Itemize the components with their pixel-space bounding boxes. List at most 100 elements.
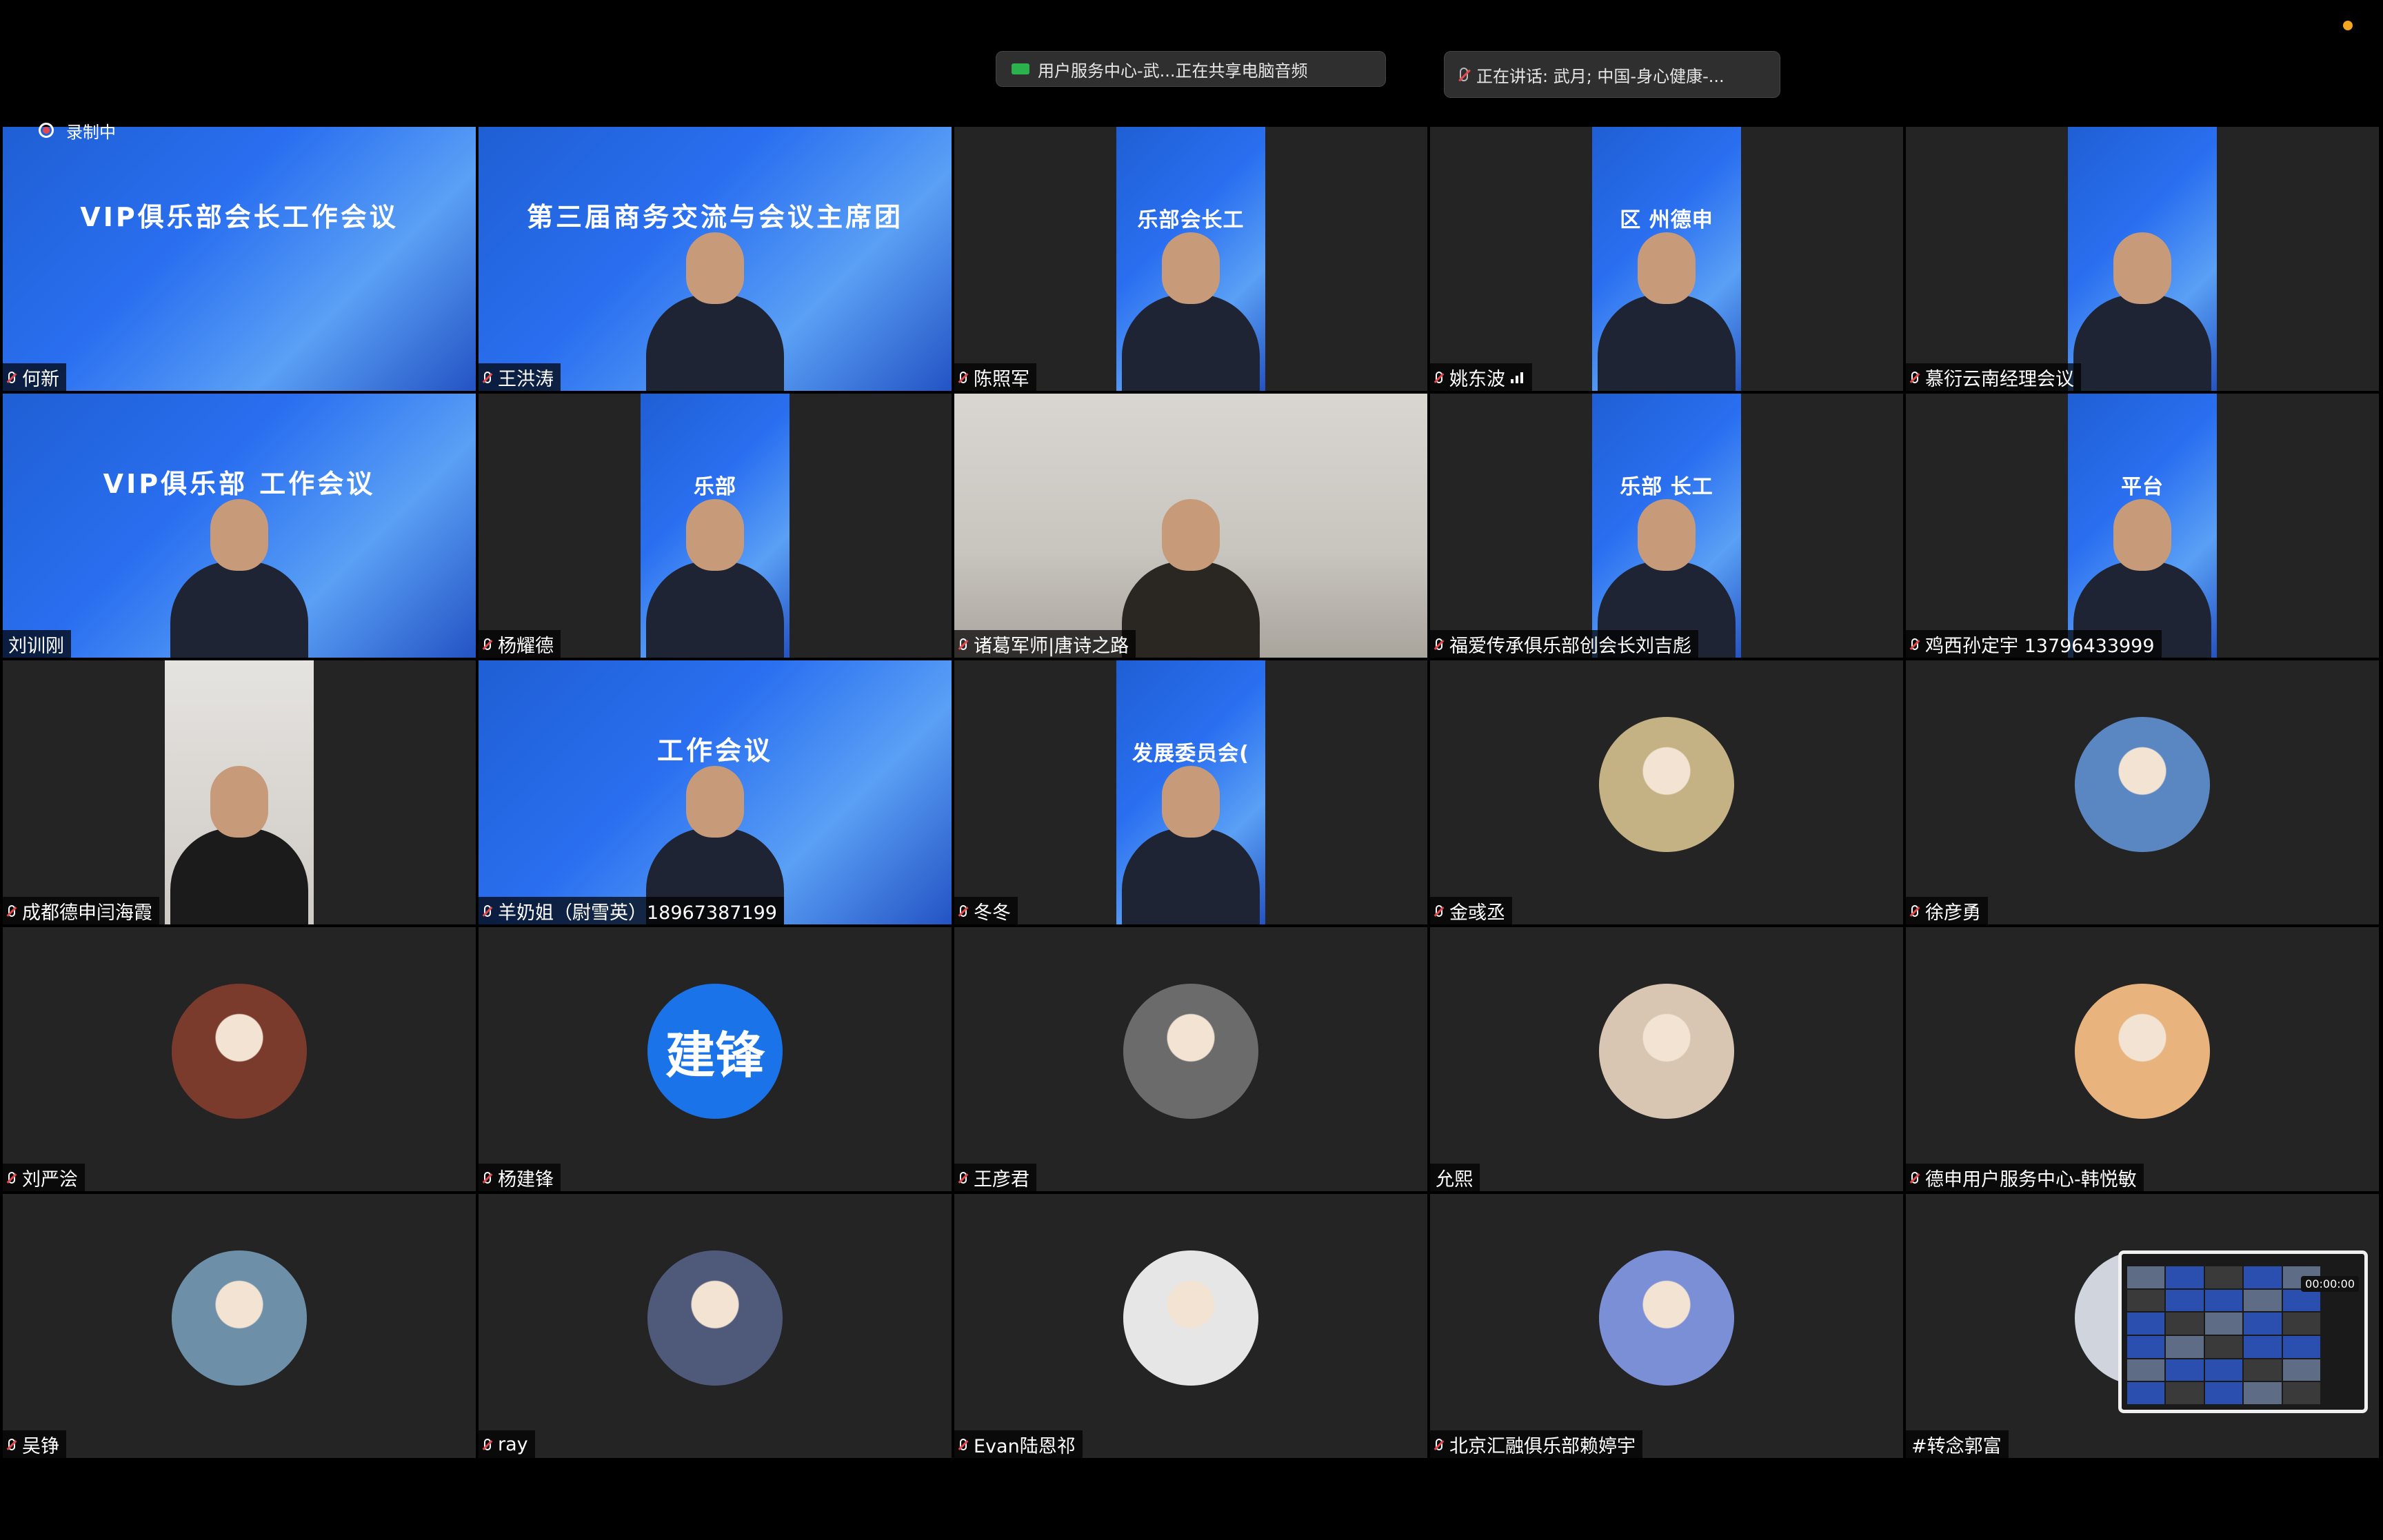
- mini-tile: [2127, 1266, 2165, 1288]
- video-feed: 乐部: [641, 394, 790, 658]
- video-feed: 乐部会长工: [1116, 127, 1265, 391]
- participant-name: 福爱传承俱乐部创会长刘吉彪: [1449, 635, 1691, 657]
- participant-name: 王彦君: [974, 1168, 1029, 1191]
- participant-name: 德申用户服务中心-韩悦敏: [1925, 1168, 2137, 1191]
- mini-tile: [2127, 1359, 2165, 1381]
- video-feed: 区 州德申: [1592, 127, 1741, 391]
- slide-text: VIP俱乐部会长工作会议: [80, 202, 399, 232]
- video-feed: VIP俱乐部会长工作会议: [3, 127, 476, 391]
- participant-name: 杨建锋: [498, 1168, 554, 1191]
- participant-name: 姚东波: [1449, 368, 1505, 390]
- microphone-muted-icon: [1436, 371, 1442, 383]
- participant-tile[interactable]: VIP俱乐部会长工作会议 何新: [3, 127, 476, 391]
- participant-tile[interactable]: 成都德申闫海霞: [3, 660, 476, 924]
- screen-share-indicator[interactable]: 用户服务中心-武...正在共享电脑音频: [996, 51, 1386, 87]
- mini-tile: [2204, 1382, 2243, 1404]
- participant-tile[interactable]: 平台 鸡西孙定宇 13796433999: [1906, 394, 2379, 658]
- participant-name-tag: 慕衍云南经理会议: [1906, 363, 2081, 391]
- microphone-muted-icon: [1911, 904, 1918, 917]
- participant-name-tag: 金彧丞: [1430, 897, 1512, 924]
- mini-tile: [2204, 1289, 2243, 1312]
- participant-name-tag: 姚东波: [1430, 363, 1532, 391]
- mini-tile: [2166, 1266, 2204, 1288]
- participant-tile[interactable]: 诸葛军师|唐诗之路: [954, 394, 1427, 658]
- mini-tile: [2282, 1313, 2320, 1335]
- participant-name-tag: Evan陆恩祁: [954, 1430, 1083, 1458]
- mini-tile: [2204, 1313, 2243, 1335]
- microphone-muted-icon: [1460, 68, 1468, 81]
- microphone-muted-icon: [1436, 638, 1442, 650]
- participant-tile[interactable]: 慕衍云南经理会议: [1906, 127, 2379, 391]
- video-feed: 第三届商务交流与会议主席团: [479, 127, 952, 391]
- participant-name: 金彧丞: [1449, 902, 1505, 924]
- participant-tile[interactable]: 发展委员会(冬冬: [954, 660, 1427, 924]
- participant-tile[interactable]: 乐部会长工 陈照军: [954, 127, 1427, 391]
- mini-tile: [2127, 1335, 2165, 1358]
- participant-tile[interactable]: 乐部杨耀德: [479, 394, 952, 658]
- participant-name-tag: 王彦君: [954, 1164, 1036, 1191]
- participant-name-tag: 允熙: [1430, 1164, 1480, 1191]
- avatar: [1123, 1250, 1258, 1386]
- participant-name-tag: 鸡西孙定宇 13796433999: [1906, 630, 2162, 658]
- mini-tile: [2166, 1289, 2204, 1312]
- status-dot: [2343, 21, 2353, 30]
- participant-name-tag: 羊奶姐（尉雪英）18967387199: [479, 897, 784, 924]
- mini-tile: [2282, 1289, 2320, 1312]
- recording-indicator[interactable]: 录制中: [39, 119, 116, 142]
- mini-video-window[interactable]: 00:00:00: [2118, 1250, 2368, 1413]
- participant-name-tag: 德申用户服务中心-韩悦敏: [1906, 1164, 2144, 1191]
- microphone-muted-icon: [484, 371, 491, 383]
- participant-tile[interactable]: 王彦君: [954, 927, 1427, 1191]
- participant-tile[interactable]: 建锋 杨建锋: [479, 927, 952, 1191]
- video-feed: 平台: [2068, 394, 2217, 658]
- microphone-muted-icon: [1436, 904, 1442, 917]
- mini-tile: [2127, 1382, 2165, 1404]
- participant-name: Evan陆恩祁: [974, 1435, 1076, 1457]
- participant-name-tag: 王洪涛: [479, 363, 561, 391]
- participant-tile[interactable]: 工作会议 羊奶姐（尉雪英）18967387199: [479, 660, 952, 924]
- participant-name-tag: #转念郭富: [1906, 1430, 2009, 1458]
- participant-name: 王洪涛: [498, 368, 554, 390]
- avatar: [172, 983, 307, 1119]
- participant-tile[interactable]: 刘严浍: [3, 927, 476, 1191]
- recording-timer: 00:00:00: [2301, 1276, 2359, 1292]
- participant-tile[interactable]: VIP俱乐部 工作会议 刘训刚: [3, 394, 476, 658]
- microphone-muted-icon: [8, 1438, 15, 1450]
- participant-name: 杨耀德: [498, 635, 554, 657]
- recording-label: 录制中: [66, 122, 116, 142]
- video-feed: [954, 394, 1427, 658]
- participant-tile[interactable]: 金彧丞: [1430, 660, 1903, 924]
- participant-tile[interactable]: 北京汇融俱乐部赖婷宇: [1430, 1194, 1903, 1458]
- participant-tile[interactable]: 吴铮: [3, 1194, 476, 1458]
- mini-tile: [2166, 1382, 2204, 1404]
- participant-name-tag: 吴铮: [3, 1430, 66, 1458]
- participant-tile[interactable]: 乐部 长工 福爱传承俱乐部创会长刘吉彪: [1430, 394, 1903, 658]
- avatar: [1599, 716, 1734, 852]
- participant-tile[interactable]: 德申用户服务中心-韩悦敏: [1906, 927, 2379, 1191]
- talking-label: 正在讲话: 武月; 中国-身心健康-...: [1476, 66, 1725, 86]
- participant-name-tag: 成都德申闫海霞: [3, 897, 159, 924]
- participant-name-tag: 北京汇融俱乐部赖婷宇: [1430, 1430, 1642, 1458]
- avatar: [2075, 716, 2210, 852]
- microphone-muted-icon: [960, 371, 967, 383]
- signal-icon: [1511, 371, 1525, 383]
- participant-tile[interactable]: 允熙: [1430, 927, 1903, 1191]
- participant-name-tag: ray: [479, 1430, 535, 1458]
- mini-tile: [2244, 1289, 2282, 1312]
- participant-tile[interactable]: Evan陆恩祁: [954, 1194, 1427, 1458]
- participant-name: 刘严浍: [22, 1168, 78, 1191]
- video-feed: [165, 660, 314, 924]
- video-feed: 发展委员会(: [1116, 660, 1265, 924]
- participant-tile[interactable]: 第三届商务交流与会议主席团 王洪涛: [479, 127, 952, 391]
- mini-tile: [2204, 1335, 2243, 1358]
- share-screen-icon: [1012, 63, 1029, 74]
- microphone-muted-icon: [484, 904, 491, 917]
- participant-name-tag: 刘训刚: [3, 630, 71, 658]
- participant-tile[interactable]: ray: [479, 1194, 952, 1458]
- participant-name-tag: 诸葛军师|唐诗之路: [954, 630, 1136, 658]
- participant-tile[interactable]: 区 州德申姚东波: [1430, 127, 1903, 391]
- avatar: [647, 1250, 783, 1386]
- participant-tile[interactable]: 徐彦勇: [1906, 660, 2379, 924]
- microphone-muted-icon: [8, 904, 15, 917]
- mini-tile: [2204, 1266, 2243, 1288]
